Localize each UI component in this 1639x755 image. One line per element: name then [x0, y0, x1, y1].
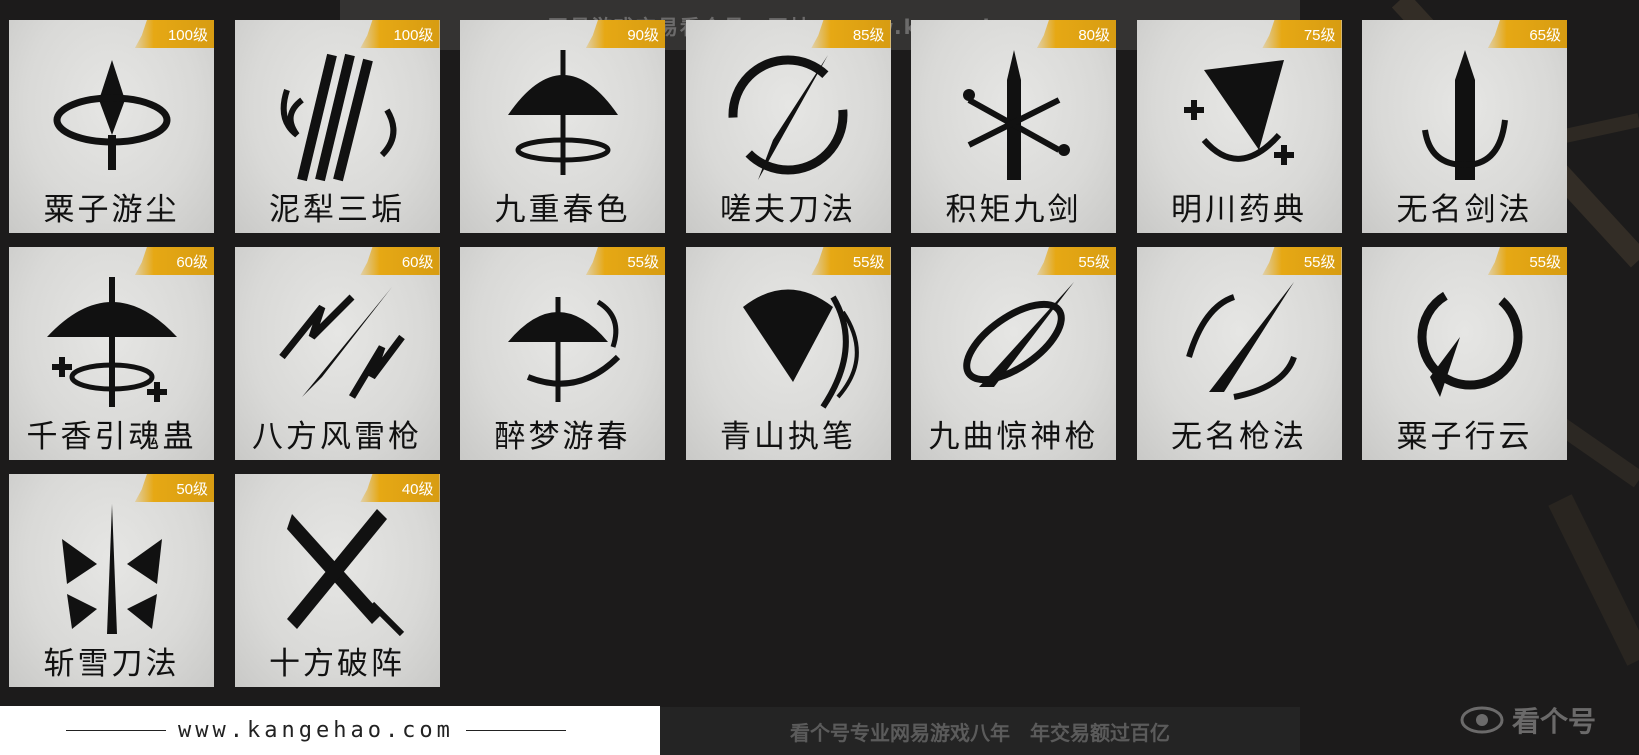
level-badge: 60级 [360, 247, 440, 275]
skill-card[interactable]: 55级无名枪法 [1136, 247, 1342, 460]
sword-icon [1421, 50, 1508, 180]
skill-card[interactable]: 50级斩雪刀法 [9, 474, 214, 687]
skill-name: 十方破阵 [269, 646, 405, 682]
sword-cross-icon [962, 50, 1070, 180]
skill-card[interactable]: 75级明川药典 [1136, 20, 1342, 233]
skill-card[interactable]: 60级千香引魂蛊 [9, 247, 214, 460]
level-text: 60级 [176, 254, 208, 271]
spear-lightning-icon [279, 287, 405, 399]
skill-name: 粟子行云 [1396, 419, 1533, 455]
level-text: 40级 [401, 481, 434, 498]
skill-card[interactable]: 60级八方风雷枪 [234, 247, 440, 460]
level-text: 90级 [627, 27, 659, 44]
level-text: 50级 [176, 481, 208, 498]
level-badge: 50级 [134, 474, 214, 502]
skill-name: 醉梦游春 [494, 419, 631, 455]
level-text: 65级 [1529, 27, 1561, 44]
spear-slash-icon [1186, 282, 1297, 400]
skill-card[interactable]: 80级积矩九剑 [911, 20, 1116, 233]
skill-name: 粟子游尘 [43, 192, 180, 228]
level-badge: 40级 [360, 474, 440, 502]
spear-orbit-icon [53, 60, 170, 170]
level-badge: 100级 [360, 20, 440, 48]
level-text: 55级 [1303, 254, 1336, 271]
url-strip: www.kangehao.com [0, 706, 660, 755]
level-badge: 55级 [1036, 247, 1116, 275]
crossed-blades-icon [287, 509, 405, 637]
skill-card[interactable]: 55级醉梦游春 [460, 247, 665, 460]
skill-name: 千香引魂蛊 [26, 419, 197, 455]
level-text: 55级 [627, 254, 659, 271]
level-badge: 75级 [1262, 20, 1342, 48]
skill-card[interactable]: 55级青山执笔 [685, 247, 891, 460]
level-text: 100级 [167, 27, 208, 44]
skill-card[interactable]: 85级嗟夫刀法 [685, 20, 891, 233]
skill-card[interactable]: 40级十方破阵 [234, 474, 440, 687]
level-badge: 55级 [811, 247, 891, 275]
level-badge: 55级 [1487, 247, 1567, 275]
level-text: 60级 [401, 254, 434, 271]
skill-name: 青山执笔 [720, 419, 856, 455]
divider [465, 730, 566, 731]
skill-card[interactable]: 100级粟子游尘 [9, 20, 214, 233]
corner-logo: 看个号 [1460, 690, 1630, 750]
skill-card[interactable]: 55级九曲惊神枪 [911, 247, 1116, 460]
triple-blade-flame-icon [280, 53, 397, 182]
umbrella-swirl-icon [507, 297, 620, 402]
fan-icon [743, 289, 859, 409]
level-badge: 65级 [1487, 20, 1567, 48]
skill-name: 无名剑法 [1396, 192, 1533, 228]
level-text: 85级 [852, 27, 885, 44]
eye-logo-icon [1460, 706, 1504, 734]
umbrella-icon [507, 50, 618, 175]
skill-name: 八方风雷枪 [252, 419, 422, 455]
level-badge: 100级 [134, 20, 214, 48]
swirl-spear-icon [1417, 284, 1522, 397]
skill-name: 嗟夫刀法 [720, 192, 856, 228]
skill-name: 斩雪刀法 [43, 646, 180, 682]
skill-name: 九曲惊神枪 [928, 419, 1099, 455]
blade-circle-icon [728, 55, 848, 180]
site-url: www.kangehao.com [178, 718, 454, 743]
divider [66, 730, 166, 731]
spear-orbit-2-icon [962, 282, 1074, 387]
umbrella-plus-icon [46, 277, 177, 407]
level-badge: 55级 [1262, 247, 1342, 275]
fan-plus-icon [1184, 60, 1294, 165]
skill-card[interactable]: 100级泥犁三垢 [234, 20, 440, 233]
blade-snow-icon [61, 504, 162, 634]
skill-name: 积矩九剑 [945, 192, 1082, 228]
level-text: 55级 [852, 254, 885, 271]
level-text: 75级 [1303, 27, 1336, 44]
skill-name: 无名枪法 [1171, 419, 1307, 455]
skill-name: 泥犁三垢 [269, 192, 405, 228]
level-badge: 60级 [134, 247, 214, 275]
bottom-watermark-text: 看个号专业网易游戏八年 年交易额过百亿 [790, 720, 1170, 745]
skill-name: 明川药典 [1171, 192, 1307, 228]
level-text: 55级 [1529, 254, 1561, 271]
level-text: 100级 [393, 27, 434, 44]
skill-card[interactable]: 90级九重春色 [460, 20, 665, 233]
level-text: 55级 [1078, 254, 1110, 271]
skill-card[interactable]: 65级无名剑法 [1362, 20, 1567, 233]
level-text: 80级 [1078, 27, 1110, 44]
skill-card[interactable]: 55级粟子行云 [1362, 247, 1567, 460]
corner-logo-text: 看个号 [1512, 705, 1597, 738]
skill-name: 九重春色 [494, 192, 631, 228]
level-badge: 90级 [585, 20, 665, 48]
level-badge: 55级 [585, 247, 665, 275]
level-badge: 85级 [811, 20, 891, 48]
bottom-watermark: 看个号专业网易游戏八年 年交易额过百亿 [660, 707, 1300, 755]
level-badge: 80级 [1036, 20, 1116, 48]
